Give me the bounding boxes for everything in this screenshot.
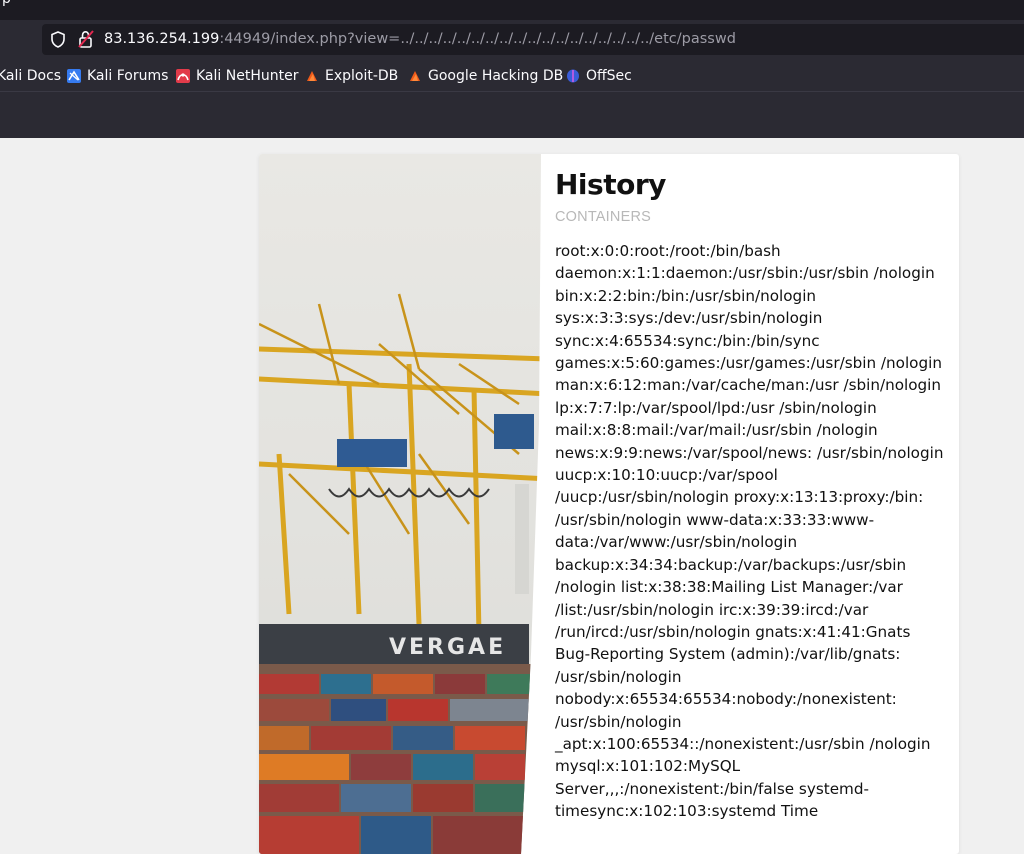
article-content: History CONTAINERS root:x:0:0:root:/root… bbox=[555, 168, 955, 823]
bookmark-label: Kali NetHunter bbox=[196, 68, 299, 84]
tab-strip: p bbox=[0, 0, 1024, 20]
browser-toolbar-area bbox=[0, 91, 1024, 139]
bookmark-offsec[interactable]: OffSec bbox=[566, 66, 632, 86]
port-cranes-image: VERGAE bbox=[259, 154, 541, 854]
bookmark-kali-docs[interactable]: Kali Docs bbox=[0, 66, 61, 86]
url-host: 83.136.254.199 bbox=[104, 31, 220, 47]
navigation-bar: 83.136.254.199:44949/index.php?view=../.… bbox=[0, 20, 1024, 60]
article-body: root:x:0:0:root:/root:/bin/bash daemon:x… bbox=[555, 242, 944, 821]
url-bar[interactable]: 83.136.254.199:44949/index.php?view=../.… bbox=[42, 24, 1024, 55]
bookmark-label: OffSec bbox=[586, 68, 632, 84]
shield-icon[interactable] bbox=[50, 31, 66, 48]
exploit-db-icon bbox=[410, 71, 420, 81]
bookmark-exploit-db[interactable]: Exploit-DB bbox=[305, 66, 398, 86]
lock-warning-icon[interactable] bbox=[78, 30, 94, 48]
bookmarks-toolbar: Kali Docs Kali Forums Kali NetHunter Exp… bbox=[0, 60, 1024, 91]
tab-fragment: p bbox=[2, 0, 11, 7]
kali-dragon-icon bbox=[67, 69, 81, 83]
bookmark-label: Kali Docs bbox=[0, 68, 62, 84]
article-card: VERGAE History CONTAINERS root:x:0:0:roo… bbox=[259, 154, 959, 854]
bookmark-label: Kali Forums bbox=[87, 68, 169, 84]
offsec-icon bbox=[567, 69, 579, 83]
article-title: History bbox=[555, 168, 666, 201]
exploit-db-icon bbox=[307, 71, 317, 81]
url-text[interactable]: 83.136.254.199:44949/index.php?view=../.… bbox=[104, 31, 736, 47]
bookmark-kali-nethunter[interactable]: Kali NetHunter bbox=[176, 66, 298, 86]
ship-hull-text: VERGAE bbox=[389, 635, 506, 660]
url-path: :44949/index.php?view=../../../../../../… bbox=[219, 31, 736, 47]
bookmark-kali-forums[interactable]: Kali Forums bbox=[67, 66, 168, 86]
bookmark-label: Google Hacking DB bbox=[428, 68, 564, 84]
article-subtitle: CONTAINERS bbox=[555, 209, 651, 225]
bookmark-google-hacking-db[interactable]: Google Hacking DB bbox=[408, 66, 563, 86]
kali-nethunter-icon bbox=[176, 69, 190, 83]
web-page: VERGAE History CONTAINERS root:x:0:0:roo… bbox=[0, 138, 1024, 854]
bookmark-label: Exploit-DB bbox=[325, 68, 399, 84]
